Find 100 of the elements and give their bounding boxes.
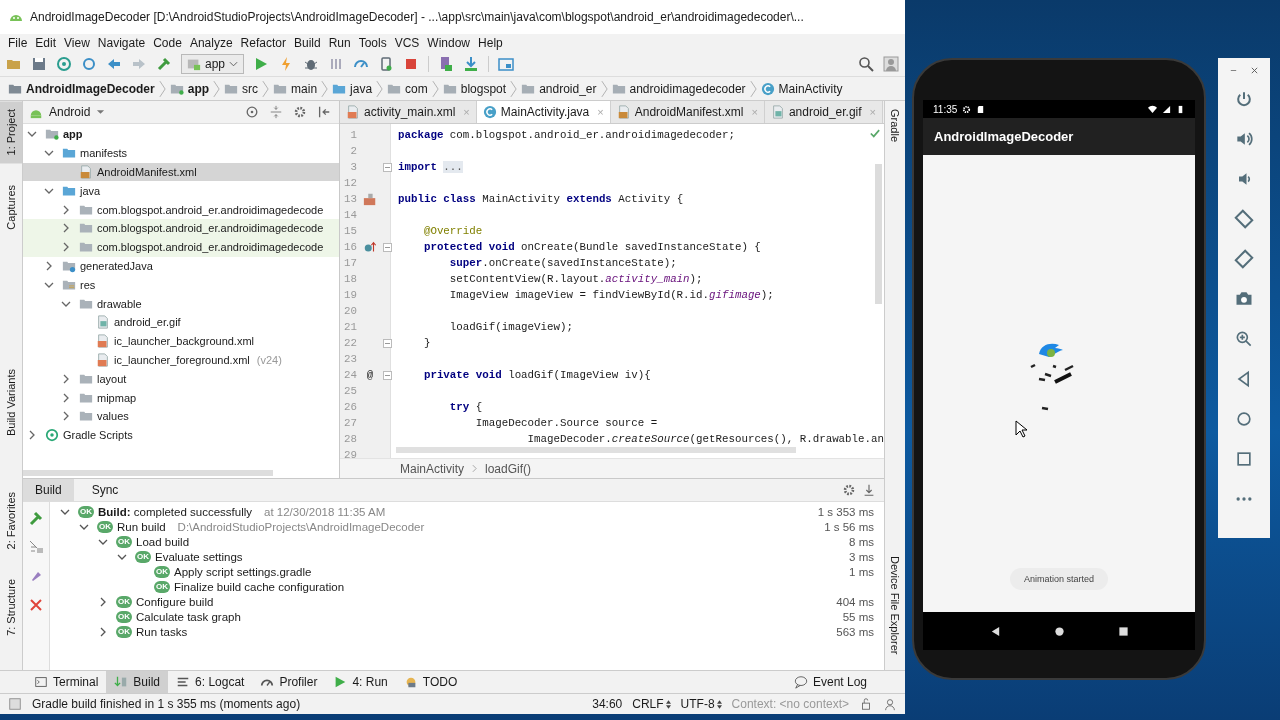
tool-tab[interactable]: Terminal <box>26 671 107 693</box>
panel-tab[interactable]: Sync <box>79 479 131 501</box>
build-step[interactable]: Load build <box>136 535 190 548</box>
rotate-left-icon[interactable] <box>1234 209 1254 229</box>
tool-tab[interactable]: Profiler <box>252 671 326 693</box>
menu-item[interactable]: Build <box>289 36 325 50</box>
breadcrumb-item[interactable]: main <box>273 81 318 96</box>
build-step[interactable]: Build: completed successfully <box>98 505 253 518</box>
build-step[interactable]: Run build <box>117 520 166 533</box>
tree-item[interactable]: res <box>23 275 339 295</box>
sync-icon[interactable] <box>56 56 72 72</box>
chevron-icon[interactable] <box>44 260 54 271</box>
menu-item[interactable]: View <box>60 36 94 50</box>
download-icon[interactable] <box>463 56 480 72</box>
breadcrumb-item[interactable]: androidimagedecoder <box>611 81 746 96</box>
back-arrow-icon[interactable] <box>106 56 122 72</box>
chevron-icon[interactable] <box>98 626 108 637</box>
menu-item[interactable]: Run <box>324 36 355 50</box>
menu-item[interactable]: Refactor <box>236 36 290 50</box>
window-icon[interactable] <box>498 56 515 72</box>
build-step[interactable]: Configure build <box>136 595 214 608</box>
gear-icon[interactable] <box>293 105 307 119</box>
rotate-right-icon[interactable] <box>1234 249 1254 269</box>
editor-tab[interactable]: android_er.gif × <box>764 101 884 123</box>
build-step[interactable]: Run tasks <box>136 625 188 638</box>
tool-window-tab[interactable]: Captures <box>0 177 22 239</box>
search-icon[interactable] <box>858 56 874 72</box>
breadcrumb-item[interactable]: java <box>332 81 373 96</box>
chevron-icon[interactable] <box>61 392 71 403</box>
panel-tab[interactable]: Build <box>23 479 74 501</box>
menu-item[interactable]: Edit <box>31 36 61 50</box>
gutter-marker[interactable]: @ <box>366 369 374 381</box>
tool-window-tab[interactable]: Device File Explorer <box>889 555 901 654</box>
inspector-icon[interactable] <box>883 697 897 711</box>
refresh-icon[interactable] <box>81 56 97 72</box>
tool-tab[interactable]: Build <box>106 671 169 693</box>
tool-tab[interactable]: 4: Run <box>325 671 396 693</box>
tree-item[interactable]: ic_launcher_foreground.xml (v24) <box>23 350 339 370</box>
tool-tab[interactable]: Event Log <box>785 671 875 693</box>
tool-window-tab[interactable]: 1: Project <box>0 101 22 164</box>
scrollbar[interactable] <box>396 447 796 453</box>
power-icon[interactable] <box>1234 89 1254 109</box>
tree-item[interactable]: ic_launcher_background.xml <box>23 331 339 351</box>
editor-tab[interactable]: MainActivity.java × <box>476 101 611 123</box>
tool-tab[interactable]: 6: Logcat <box>168 671 253 693</box>
tree-item[interactable]: AndroidManifest.xml <box>23 162 339 182</box>
fold-icon[interactable] <box>383 242 392 252</box>
close-icon[interactable] <box>28 597 44 613</box>
menu-item[interactable]: Code <box>149 36 186 50</box>
tool-window-tab[interactable]: 7: Structure <box>0 571 22 644</box>
tree-item[interactable]: mipmap <box>23 388 339 407</box>
chevron-icon[interactable] <box>27 430 37 441</box>
menu-item[interactable]: Help <box>474 36 507 50</box>
menu-item[interactable]: Window <box>423 36 475 50</box>
fold-icon[interactable] <box>383 338 392 348</box>
tree-item[interactable]: android_er.gif <box>23 312 339 332</box>
scrollbar[interactable] <box>875 164 882 304</box>
breadcrumb-item[interactable]: app <box>169 81 210 96</box>
breadcrumb-item[interactable]: MainActivity <box>400 461 464 476</box>
breadcrumb-item[interactable]: loadGif() <box>485 461 532 476</box>
encoding[interactable]: UTF-8 <box>680 697 722 711</box>
layout-file-icon[interactable] <box>363 192 377 206</box>
close-icon[interactable] <box>1250 66 1259 75</box>
home-icon[interactable] <box>1053 625 1065 637</box>
view-dropdown[interactable]: Android <box>29 105 106 119</box>
breadcrumb-item[interactable]: blogspot <box>442 81 507 96</box>
lock-icon[interactable] <box>859 697 873 711</box>
device-icon[interactable] <box>438 56 455 72</box>
build-step[interactable]: Evaluate settings <box>155 550 243 563</box>
tree-item[interactable]: layout <box>23 369 339 389</box>
tool-tab[interactable]: TODO <box>395 671 466 693</box>
menu-item[interactable]: File <box>4 36 32 50</box>
hammer-icon[interactable] <box>28 510 44 526</box>
filter-icon[interactable] <box>28 539 44 555</box>
target-icon[interactable] <box>245 105 259 119</box>
tree-item[interactable]: app <box>23 125 339 144</box>
menu-item[interactable]: Analyze <box>185 36 237 50</box>
hammer-icon[interactable] <box>156 56 172 72</box>
hide-icon[interactable] <box>317 105 331 119</box>
tool-window-tab[interactable]: Gradle <box>889 109 901 143</box>
chevron-icon[interactable] <box>61 242 71 253</box>
save-icon[interactable] <box>31 56 47 72</box>
caret-position[interactable]: 34:60 <box>592 697 623 711</box>
editor-tab[interactable]: AndroidManifest.xml × <box>610 101 765 123</box>
tree-item[interactable]: values <box>23 406 339 426</box>
tree-item[interactable]: com.blogspot.android_er.androidimagedecode <box>23 219 339 238</box>
menu-item[interactable]: Tools <box>354 36 391 50</box>
chevron-icon[interactable] <box>61 204 71 215</box>
build-step[interactable]: Calculate task graph <box>136 610 241 623</box>
override-icon[interactable] <box>363 240 377 254</box>
chevron-icon[interactable] <box>61 223 71 234</box>
tree-item[interactable]: com.blogspot.android_er.androidimagedecode <box>23 200 339 219</box>
zoom-icon[interactable] <box>1234 329 1254 349</box>
breadcrumb-item[interactable]: src <box>224 81 259 96</box>
fold-icon[interactable] <box>383 162 392 172</box>
chevron-icon[interactable] <box>98 596 108 607</box>
download-icon[interactable] <box>862 483 876 497</box>
tree-item[interactable]: manifests <box>23 143 339 163</box>
breadcrumb-item[interactable]: com <box>387 81 428 96</box>
tree-item[interactable]: drawable <box>23 294 339 313</box>
